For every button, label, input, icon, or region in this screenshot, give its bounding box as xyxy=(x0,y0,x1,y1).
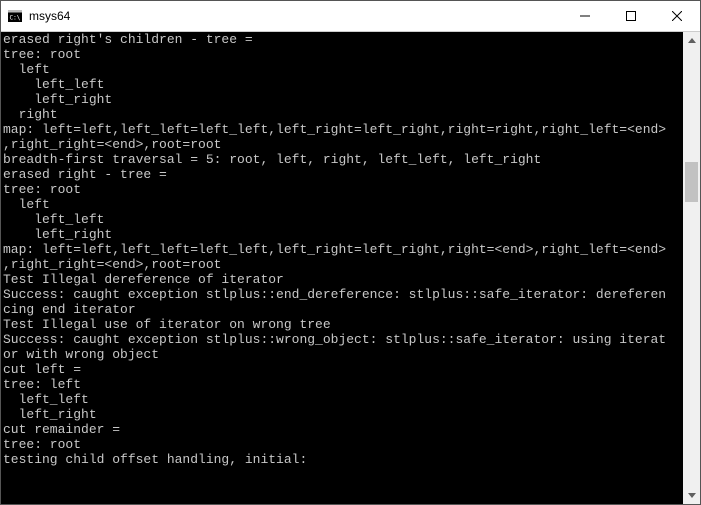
titlebar[interactable]: C:\ msys64 xyxy=(1,1,700,32)
scroll-down-arrow-icon[interactable] xyxy=(683,487,700,504)
terminal-line: left_right xyxy=(3,407,683,422)
terminal-line: ,right_right=<end>,root=root xyxy=(3,257,683,272)
terminal-line: right xyxy=(3,107,683,122)
terminal-line: Test Illegal dereference of iterator xyxy=(3,272,683,287)
terminal-line: tree: root xyxy=(3,437,683,452)
terminal-line: left xyxy=(3,62,683,77)
terminal-line: left_right xyxy=(3,227,683,242)
terminal-line: map: left=left,left_left=left_left,left_… xyxy=(3,122,683,137)
terminal-icon: C:\ xyxy=(7,8,23,24)
terminal-line: Success: caught exception stlplus::end_d… xyxy=(3,287,683,302)
client-area: erased right's children - tree = tree: r… xyxy=(1,32,700,504)
terminal-line: left xyxy=(3,197,683,212)
terminal-line: map: left=left,left_left=left_left,left_… xyxy=(3,242,683,257)
maximize-button[interactable] xyxy=(608,1,654,31)
close-button[interactable] xyxy=(654,1,700,31)
terminal-line: left_left xyxy=(3,212,683,227)
terminal-line: tree: root xyxy=(3,47,683,62)
terminal-line: cing end iterator xyxy=(3,302,683,317)
vertical-scrollbar[interactable] xyxy=(683,32,700,504)
scrollbar-thumb[interactable] xyxy=(685,162,698,202)
terminal-line: cut left = xyxy=(3,362,683,377)
terminal-line: cut remainder = xyxy=(3,422,683,437)
terminal-line: or with wrong object xyxy=(3,347,683,362)
scroll-up-arrow-icon[interactable] xyxy=(683,32,700,49)
terminal-line: erased right - tree = xyxy=(3,167,683,182)
terminal-line: Test Illegal use of iterator on wrong tr… xyxy=(3,317,683,332)
terminal-output[interactable]: erased right's children - tree = tree: r… xyxy=(1,32,683,504)
terminal-line: tree: root xyxy=(3,182,683,197)
terminal-line: breadth-first traversal = 5: root, left,… xyxy=(3,152,683,167)
terminal-line: ,right_right=<end>,root=root xyxy=(3,137,683,152)
window: C:\ msys64 erased right's children - tre… xyxy=(0,0,701,505)
svg-text:C:\: C:\ xyxy=(10,15,21,22)
terminal-line: testing child offset handling, initial: xyxy=(3,452,683,467)
terminal-line: left_left xyxy=(3,392,683,407)
terminal-line: tree: left xyxy=(3,377,683,392)
terminal-line: Success: caught exception stlplus::wrong… xyxy=(3,332,683,347)
window-title: msys64 xyxy=(29,9,70,23)
minimize-button[interactable] xyxy=(562,1,608,31)
terminal-line: left_left xyxy=(3,77,683,92)
terminal-line: erased right's children - tree = xyxy=(3,32,683,47)
terminal-line: left_right xyxy=(3,92,683,107)
